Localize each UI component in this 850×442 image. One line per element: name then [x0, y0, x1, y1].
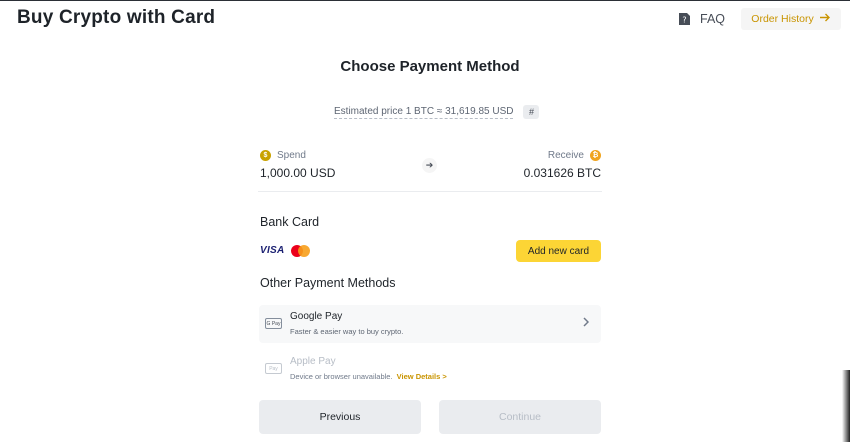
faq-link[interactable]: ? FAQ [678, 10, 725, 28]
receive-label: Receive [547, 150, 584, 161]
estimated-price-row: Estimated price 1 BTC ≈ 31,619.85 USD # [334, 104, 540, 119]
spend-label: Spend [277, 150, 306, 161]
order-history-label: Order History [751, 13, 814, 25]
spend-amount: 1,000.00 USD [260, 166, 336, 180]
page-title: Buy Crypto with Card [17, 7, 216, 28]
apple-pay-name: Apple Pay [290, 356, 336, 367]
google-pay-icon: G Pay [265, 318, 282, 329]
edge-shadow [842, 370, 850, 442]
usd-coin-icon: $ [260, 150, 271, 161]
estimated-price-text: Estimated price 1 BTC ≈ 31,619.85 USD [334, 105, 514, 119]
google-pay-name: Google Pay [290, 311, 343, 322]
arrow-right-icon: ➔ [422, 158, 437, 173]
previous-button[interactable]: Previous [259, 400, 421, 434]
receive-label-row: Receive ₿ [548, 150, 601, 161]
google-pay-subtitle: Faster & easier way to buy crypto. [290, 327, 404, 336]
faq-label: FAQ [700, 12, 726, 26]
google-pay-option[interactable]: G Pay Google Pay Faster & easier way to … [259, 305, 601, 343]
top-border [0, 0, 850, 1]
refresh-price-button[interactable]: # [523, 104, 540, 119]
apple-pay-subtitle: Device or browser unavailable. [290, 372, 393, 381]
receive-amount: 0.031626 BTC [523, 166, 601, 180]
arrow-right-icon [819, 13, 831, 25]
view-details-link[interactable]: View Details > [397, 372, 447, 381]
mastercard-logo-icon [291, 245, 311, 257]
faq-icon: ? [678, 12, 691, 26]
apple-pay-icon: Pay [265, 363, 282, 374]
add-new-card-button[interactable]: Add new card [516, 240, 601, 262]
apple-pay-option: Pay Apple Pay Device or browser unavaila… [259, 350, 601, 388]
bank-card-title: Bank Card [260, 215, 320, 229]
section-title: Choose Payment Method [340, 58, 520, 75]
continue-button[interactable]: Continue [439, 400, 601, 434]
divider [258, 191, 602, 192]
apple-pay-subtitle-row: Device or browser unavailable. View Deta… [290, 372, 447, 381]
svg-text:?: ? [682, 16, 686, 25]
visa-logo-icon: VISA [260, 245, 285, 256]
other-payment-methods-title: Other Payment Methods [260, 276, 396, 290]
btc-coin-icon: ₿ [590, 150, 601, 161]
chevron-right-icon [583, 317, 590, 330]
spend-label-row: $ Spend [260, 150, 306, 161]
order-history-button[interactable]: Order History [741, 8, 841, 30]
